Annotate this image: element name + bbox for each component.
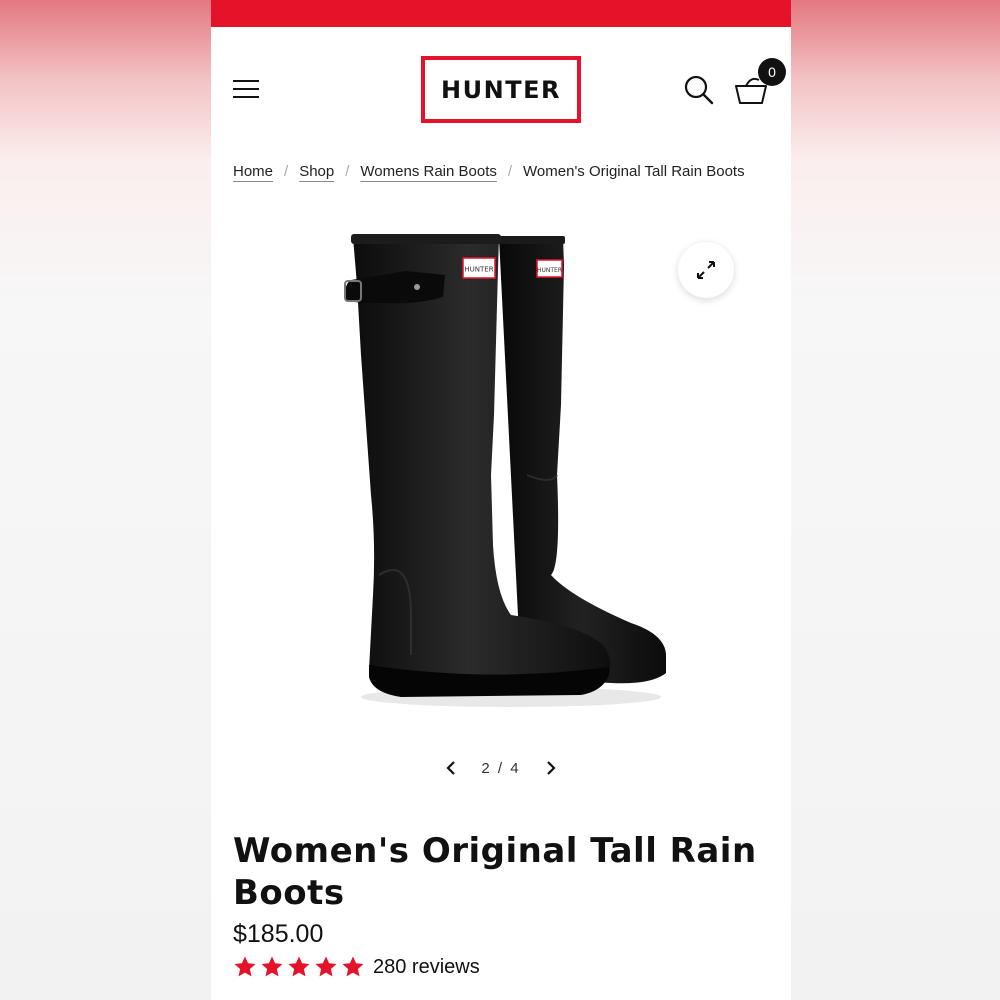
star-icon xyxy=(342,956,364,977)
top-promo-bar xyxy=(211,0,791,27)
menu-button[interactable] xyxy=(233,78,261,100)
star-icon xyxy=(234,956,256,977)
boot-label-left-text: HUNTER xyxy=(464,266,493,274)
hamburger-icon-line xyxy=(233,96,259,98)
breadcrumb-separator: / xyxy=(507,163,513,180)
image-counter: 2 / 4 xyxy=(481,759,521,777)
product-title: Women's Original Tall Rain Boots xyxy=(233,831,757,913)
mobile-page: HUNTER 0 Home / Shop / Womens Rain Boots / Wom… xyxy=(211,0,791,1000)
star-icon xyxy=(261,956,283,977)
left-background-panel xyxy=(0,0,211,1000)
chevron-right-icon xyxy=(547,761,556,775)
search-icon xyxy=(684,75,714,105)
breadcrumb-home[interactable]: Home xyxy=(233,163,273,180)
logo-text: HUNTER xyxy=(441,75,561,104)
breadcrumb-separator: / xyxy=(284,163,289,180)
product-rating: 280 reviews xyxy=(233,955,480,979)
expand-icon xyxy=(697,261,715,279)
hamburger-icon-line xyxy=(233,88,259,90)
previous-image-button[interactable] xyxy=(439,756,463,780)
star-icon xyxy=(288,956,310,977)
chevron-left-icon xyxy=(446,761,455,775)
breadcrumb-separator: / xyxy=(345,163,350,180)
expand-image-button[interactable] xyxy=(678,242,734,298)
reviews-link[interactable]: 280 reviews xyxy=(373,956,480,979)
breadcrumb-current: Women's Original Tall Rain Boots xyxy=(523,163,745,180)
product-price: $185.00 xyxy=(233,920,324,948)
boot-label-right-text: HUNTER xyxy=(537,267,562,274)
gallery-pager: 2 / 4 xyxy=(439,754,563,782)
next-image-button[interactable] xyxy=(539,756,563,780)
breadcrumb-womens-rain-boots[interactable]: Womens Rain Boots xyxy=(360,163,496,180)
star-rating xyxy=(233,955,365,979)
hunter-logo[interactable]: HUNTER xyxy=(421,56,581,123)
right-background-panel xyxy=(791,0,1000,1000)
hamburger-icon xyxy=(233,80,259,82)
star-icon xyxy=(315,956,337,977)
breadcrumb: Home / Shop / Womens Rain Boots / Women's Orig… xyxy=(233,163,745,180)
search-button[interactable] xyxy=(683,74,715,106)
breadcrumb-shop[interactable]: Shop xyxy=(299,163,334,180)
cart-count-badge: 0 xyxy=(758,58,786,86)
